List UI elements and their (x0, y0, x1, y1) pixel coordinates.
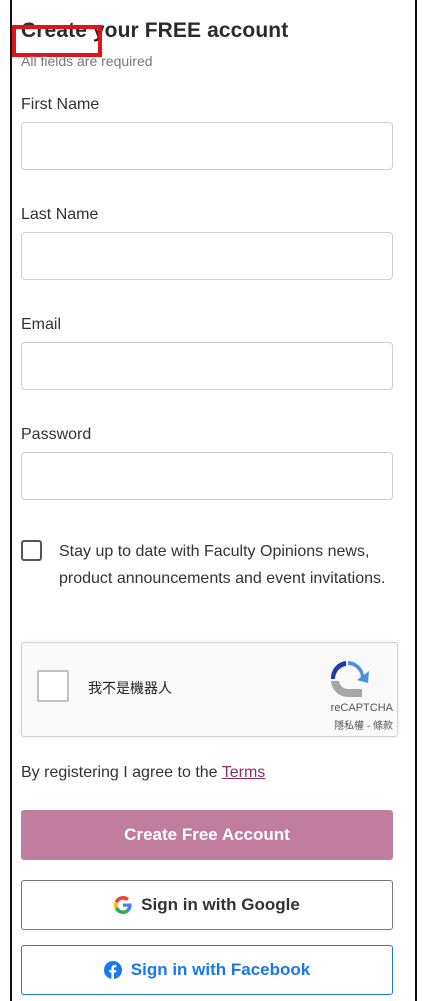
newsletter-checkbox[interactable] (21, 540, 42, 561)
terms-link[interactable]: Terms (222, 764, 266, 781)
last-name-input[interactable] (21, 232, 393, 280)
password-label: Password (21, 426, 92, 443)
create-account-button[interactable]: Create Free Account (21, 810, 393, 860)
form-header: Create your FREE account (12, 19, 288, 57)
password-input[interactable] (21, 452, 393, 500)
google-signin-label: Sign in with Google (141, 895, 300, 914)
google-icon (114, 896, 132, 914)
recaptcha-widget: 我不是機器人 reCAPTCHA 隱私權 - 條款 (21, 642, 398, 737)
recaptcha-brand: reCAPTCHA (330, 702, 393, 714)
recaptcha-label: 我不是機器人 (88, 680, 172, 696)
google-signin-button[interactable]: Sign in with Google (21, 880, 393, 930)
last-name-label: Last Name (21, 206, 99, 223)
newsletter-optin-label: Stay up to date with Faculty Opinions ne… (59, 543, 386, 587)
first-name-input[interactable] (21, 122, 393, 170)
recaptcha-logo-icon (330, 661, 369, 697)
form-subtitle: All fields are required (21, 53, 153, 69)
email-label: Email (21, 316, 62, 333)
create-account-button-label: Create Free Account (124, 825, 290, 844)
terms-statement: By registering I agree to the Terms (21, 764, 265, 782)
terms-prefix: By registering I agree to the (21, 764, 222, 781)
recaptcha-checkbox[interactable] (37, 670, 69, 702)
facebook-signin-label: Sign in with Facebook (130, 960, 311, 979)
facebook-signin-button[interactable]: Sign in with Facebook (21, 945, 393, 995)
facebook-icon (103, 961, 122, 979)
recaptcha-privacy-terms-link[interactable]: 隱私權 - 條款 (334, 717, 393, 732)
first-name-label: First Name (21, 96, 100, 113)
email-input[interactable] (21, 342, 393, 390)
